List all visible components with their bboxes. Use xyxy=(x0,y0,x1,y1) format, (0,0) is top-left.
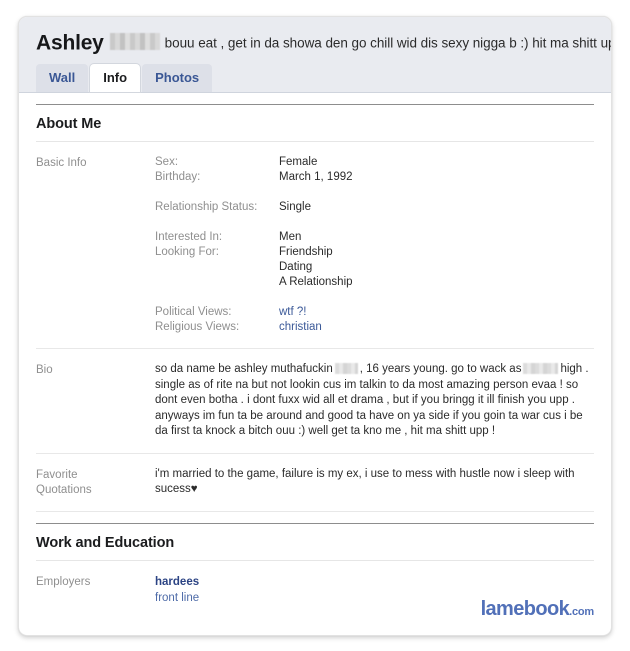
field-label-religious-views: Religious Views: xyxy=(155,321,240,333)
field-value-looking-for-1: Friendship xyxy=(279,246,333,258)
profile-status-text: bouu eat , get in da showa den go chill … xyxy=(164,35,611,51)
field-value-religious-views-cell: christian xyxy=(279,320,353,335)
section-heading-work-and-education: Work and Education xyxy=(36,522,594,561)
field-value-looking-for-2: Dating xyxy=(279,261,313,273)
row-content-favorite-quotations: i'm married to the game, failure is my e… xyxy=(155,467,594,498)
row-label-favorite-quotations: Favorite Quotations xyxy=(36,467,155,498)
bio-text-part-1: so da name be ashley muthafuckin xyxy=(155,363,333,375)
field-value-sex: Female xyxy=(279,156,318,168)
field-sex: Sex: Female xyxy=(155,155,353,170)
row-label-employers: Employers xyxy=(36,575,91,588)
field-label-relationship-status: Relationship Status: xyxy=(155,201,258,213)
favorite-quotations-text: i'm married to the game, failure is my e… xyxy=(155,467,575,495)
field-value-birthday: March 1, 1992 xyxy=(279,171,353,183)
field-label-interested-in: Interested In: xyxy=(155,231,223,243)
row-basic-info: Basic Info Sex: Female Birthday: March 1… xyxy=(36,142,594,349)
field-interested-in: Interested In: Men xyxy=(155,215,353,245)
profile-name: Ashley xyxy=(36,31,104,55)
row-label-favorite-quotations-line2: Quotations xyxy=(36,483,92,496)
profile-body: About Me Basic Info Sex: Female Birthday… xyxy=(19,104,611,619)
row-favorite-quotations: Favorite Quotations i'm married to the ga… xyxy=(36,454,594,512)
field-label-sex: Sex: xyxy=(155,156,179,168)
row-content-basic-info: Sex: Female Birthday: March 1, 1992 Rela… xyxy=(155,155,594,335)
field-label-empty-1 xyxy=(155,260,279,275)
row-bio: Bio so da name be ashley muthafuckin , 16… xyxy=(36,349,594,454)
lamebook-watermark: lamebook.com xyxy=(480,598,595,620)
field-label-birthday: Birthday: xyxy=(155,171,201,183)
profile-card: Ashley bouu eat , get in da showa den go … xyxy=(18,16,612,636)
link-religious-views[interactable]: christian xyxy=(279,321,322,333)
field-label-looking-for: Looking For: xyxy=(155,246,219,258)
tab-photos[interactable]: Photos xyxy=(142,64,213,92)
field-birthday: Birthday: March 1, 1992 xyxy=(155,170,353,185)
profile-header: Ashley bouu eat , get in da showa den go … xyxy=(19,17,611,93)
redacted-surname-block xyxy=(109,33,160,51)
field-relationship-status: Relationship Status: Single xyxy=(155,185,353,215)
tab-wall[interactable]: Wall xyxy=(36,64,89,92)
basic-info-pairs: Sex: Female Birthday: March 1, 1992 Rela… xyxy=(155,155,353,335)
field-value-interested-in: Men xyxy=(279,231,302,243)
tab-info[interactable]: Info xyxy=(90,64,141,92)
watermark-tld-text: .com xyxy=(569,606,594,618)
link-political-views[interactable]: wtf ?! xyxy=(279,306,306,318)
employer-name-link[interactable]: hardees xyxy=(155,574,594,590)
screenshot-root: Ashley bouu eat , get in da showa den go … xyxy=(0,0,630,651)
field-value-looking-for-3: A Relationship xyxy=(279,276,353,288)
row-content-bio: so da name be ashley muthafuckin , 16 yea… xyxy=(155,362,594,440)
heart-icon: ♥ xyxy=(190,482,198,495)
field-political-views: Political Views: wtf ?! xyxy=(155,290,353,320)
profile-tabs: Wall Info Photos xyxy=(36,64,214,92)
field-value-political-views-cell: wtf ?! xyxy=(279,290,353,320)
redacted-bio-block-1 xyxy=(334,362,358,374)
watermark-main-text: lamebook xyxy=(480,598,570,620)
redacted-bio-block-2 xyxy=(523,362,559,374)
profile-name-and-status: Ashley bouu eat , get in da showa den go … xyxy=(19,28,611,57)
row-label-favorite-quotations-line1: Favorite xyxy=(36,468,78,481)
section-heading-about-me: About Me xyxy=(36,104,594,142)
row-label-basic-info: Basic Info xyxy=(36,157,87,169)
row-label-bio: Bio xyxy=(36,364,53,376)
field-label-political-views: Political Views: xyxy=(155,306,232,318)
bio-text-part-2: , 16 years young. go to wack as xyxy=(359,363,522,375)
field-looking-for-extra-2: A Relationship xyxy=(155,275,353,290)
field-value-relationship-status: Single xyxy=(279,201,311,213)
field-looking-for: Looking For: Friendship xyxy=(155,245,353,260)
field-looking-for-extra-1: Dating xyxy=(155,260,353,275)
field-label-empty-2 xyxy=(155,275,279,290)
field-religious-views: Religious Views: christian xyxy=(155,320,353,335)
